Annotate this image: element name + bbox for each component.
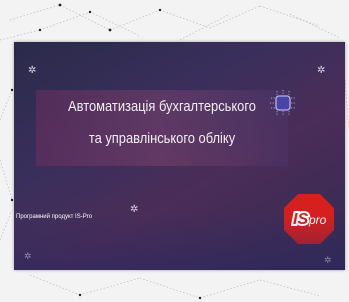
product-label: Програмний продукт IS-Pro (16, 214, 93, 220)
logo-text-pro: pro (308, 213, 327, 227)
gear-icon: ✲ (28, 65, 37, 76)
screenshot-stage: ✲ ✲ ✲ ✲ ✲ Автоматизація бухгалтерського … (0, 0, 349, 302)
slide-title-line-2: та управлінського обліку (88, 130, 236, 147)
chip-icon (270, 90, 296, 116)
slide-title-line-1: Автоматизація бухгалтерського (68, 98, 256, 115)
gear-icon: ✲ (324, 255, 332, 265)
gear-icon: ✲ (317, 65, 326, 76)
gear-icon: ✲ (130, 204, 139, 215)
is-pro-logo: IS pro (284, 194, 334, 244)
presentation-slide: ✲ ✲ ✲ ✲ ✲ Автоматизація бухгалтерського … (14, 42, 345, 270)
logo-text-is: IS (293, 211, 308, 228)
gear-icon: ✲ (24, 251, 32, 261)
